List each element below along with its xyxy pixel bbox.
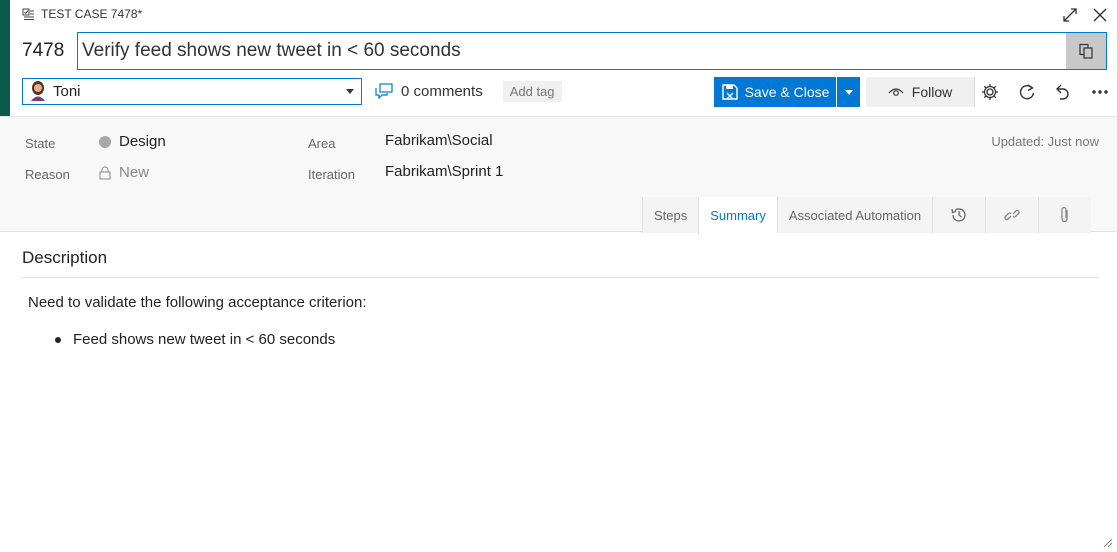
history-icon	[951, 208, 966, 222]
reason-label: Reason	[25, 167, 70, 182]
save-close-label: Save & Close	[744, 84, 830, 100]
work-item-header: TEST CASE 7478* 7478 Verify feed shows n…	[10, 0, 1117, 116]
work-item-type-label: TEST CASE 7478*	[41, 7, 143, 21]
follow-label: Follow	[911, 84, 953, 100]
add-tag-button[interactable]: Add tag	[502, 80, 562, 102]
divider	[22, 277, 1099, 278]
comments-link[interactable]: 0 comments	[375, 83, 483, 100]
save-group: Save & Close	[714, 77, 860, 107]
tab-bar: Steps Summary Associated Automation	[642, 197, 1092, 234]
tab-summary[interactable]: Summary	[698, 197, 777, 234]
chevron-down-icon	[346, 89, 354, 94]
list-item[interactable]: Feed shows new tweet in < 60 seconds	[55, 331, 335, 348]
gear-icon[interactable]	[974, 77, 1004, 107]
follow-button[interactable]: Follow	[866, 77, 974, 107]
tab-attachments[interactable]	[1038, 197, 1092, 233]
description-heading: Description	[22, 248, 108, 267]
tab-associated-automation[interactable]: Associated Automation	[776, 197, 933, 233]
tab-links[interactable]	[985, 197, 1039, 233]
iteration-label: Iteration	[308, 167, 355, 182]
description-intro[interactable]: Need to validate the following acceptanc…	[28, 294, 367, 311]
reason-field: New	[99, 164, 149, 181]
work-item-id: 7478	[22, 40, 65, 61]
iteration-value[interactable]: Fabrikam\Sprint 1	[385, 163, 503, 180]
save-close-button[interactable]: Save & Close	[714, 77, 836, 107]
title-text[interactable]: Verify feed shows new tweet in < 60 seco…	[78, 40, 1066, 62]
assigned-to-name: Toni	[53, 82, 81, 100]
eye-icon	[888, 88, 904, 96]
resize-grip-icon[interactable]	[1101, 536, 1113, 548]
area-value[interactable]: Fabrikam\Social	[385, 132, 493, 149]
area-label: Area	[308, 136, 336, 151]
avatar	[31, 81, 45, 101]
title-field[interactable]: Verify feed shows new tweet in < 60 seco…	[77, 32, 1107, 70]
link-icon	[1004, 209, 1020, 221]
state-label: State	[25, 136, 56, 151]
save-options-dropdown[interactable]	[836, 77, 860, 107]
comments-count: 0 comments	[401, 82, 483, 100]
tab-history[interactable]	[932, 197, 986, 233]
more-icon[interactable]	[1085, 77, 1115, 107]
work-item-fields: State Design Reason New Area Fabrikam\So…	[0, 116, 1117, 234]
assigned-to-picker[interactable]: Toni	[22, 77, 362, 105]
title-row: 7478 Verify feed shows new tweet in < 60…	[22, 32, 1107, 70]
copy-icon[interactable]	[1066, 33, 1106, 69]
expand-icon[interactable]	[1061, 6, 1079, 24]
summary-content: Description Need to validate the followi…	[0, 232, 1117, 552]
chevron-down-icon	[844, 90, 853, 95]
lock-icon	[99, 165, 111, 180]
work-item-type-color-bar	[0, 0, 10, 116]
refresh-icon[interactable]	[1012, 77, 1042, 107]
updated-timestamp: Updated: Just now	[991, 134, 1099, 149]
tab-steps[interactable]: Steps	[642, 197, 699, 233]
state-field[interactable]: Design	[99, 133, 166, 150]
state-dot-icon	[99, 135, 111, 148]
attachment-icon	[1061, 206, 1068, 223]
close-icon[interactable]	[1091, 6, 1109, 24]
work-item-type-line: TEST CASE 7478*	[22, 7, 142, 21]
undo-icon[interactable]	[1047, 77, 1077, 107]
state-value: Design	[119, 133, 166, 150]
save-icon	[721, 84, 738, 100]
description-bullet: Feed shows new tweet in < 60 seconds	[73, 331, 336, 348]
bullet-icon	[55, 336, 61, 343]
toolbar: Toni 0 comments Add tag Save & Close Fol…	[22, 76, 1108, 107]
test-case-icon	[22, 8, 34, 20]
window-controls	[1061, 6, 1109, 24]
reason-value: New	[119, 164, 150, 181]
comment-icon	[375, 83, 393, 99]
